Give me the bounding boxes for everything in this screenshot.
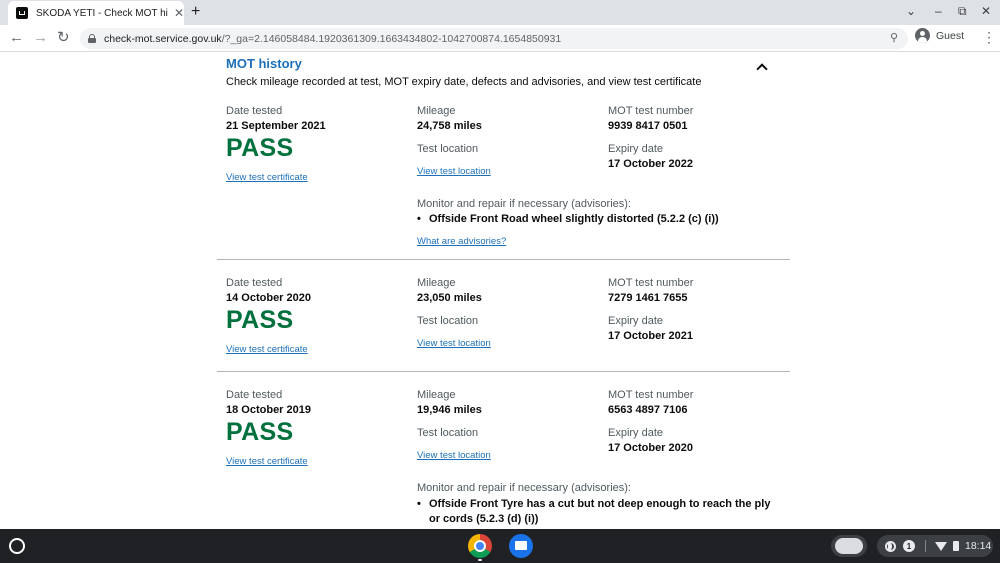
mot-test-number-value: 6563 4897 7106	[608, 404, 688, 416]
more-menu-icon[interactable]: ⋮	[982, 29, 996, 45]
running-indicator	[478, 559, 482, 561]
mot-test-number-label: MOT test number	[608, 105, 694, 117]
test-location-label: Test location	[417, 315, 479, 327]
reload-icon[interactable]: ↻	[57, 29, 70, 47]
page-content: MOT history Check mileage recorded at te…	[0, 53, 1000, 529]
mileage-value: 19,946 miles	[417, 404, 482, 416]
expiry-date-label: Expiry date	[608, 143, 664, 155]
section-divider	[217, 371, 790, 372]
advisories-list: Offside Front Road wheel slightly distor…	[417, 212, 777, 227]
tab-title: SKODA YETI - Check MOT history	[36, 7, 168, 19]
section-divider	[217, 259, 790, 260]
battery-icon	[953, 541, 959, 551]
tab-strip: SKODA YETI - Check MOT history ✕ + ⌄ – ⧉…	[0, 0, 1000, 25]
advisory-item: Offside Front Tyre has a cut but not dee…	[417, 497, 772, 527]
url-path: /?_ga=2.146058484.1920361309.1663434802-…	[221, 32, 562, 45]
minimize-icon[interactable]: –	[935, 4, 942, 18]
expiry-date-label: Expiry date	[608, 315, 664, 327]
advisory-item: Offside Front Road wheel slightly distor…	[417, 212, 777, 227]
profile-label: Guest	[936, 29, 965, 42]
expiry-date-label: Expiry date	[608, 427, 664, 439]
tab-search-icon[interactable]: ⌄	[906, 4, 916, 18]
close-window-icon[interactable]: ✕	[981, 4, 991, 18]
system-shelf: 1 18:14	[0, 529, 1000, 563]
browser-tab[interactable]: SKODA YETI - Check MOT history ✕	[8, 1, 184, 25]
date-tested-value: 18 October 2019	[226, 404, 311, 416]
mot-test-entry: Date tested 18 October 2019 PASS View te…	[0, 389, 1000, 529]
advisories-heading: Monitor and repair if necessary (advisor…	[417, 198, 631, 210]
view-test-certificate-link[interactable]: View test certificate	[226, 456, 308, 467]
mot-test-number-label: MOT test number	[608, 389, 694, 401]
view-test-location-link[interactable]: View test location	[417, 450, 491, 461]
url-domain: check-mot.service.gov.uk	[104, 32, 222, 45]
mot-history-description: Check mileage recorded at test, MOT expi…	[226, 76, 702, 88]
mileage-label: Mileage	[417, 277, 456, 289]
holding-space-tray[interactable]	[831, 535, 867, 557]
date-tested-label: Date tested	[226, 389, 283, 401]
what-are-advisories-link[interactable]: What are advisories?	[417, 236, 506, 247]
profile-button[interactable]: Guest	[915, 28, 964, 43]
lock-icon[interactable]	[88, 34, 96, 43]
test-location-label: Test location	[417, 427, 479, 439]
notification-count-badge: 1	[903, 540, 915, 552]
view-test-certificate-link[interactable]: View test certificate	[226, 344, 308, 355]
url-text[interactable]: check-mot.service.gov.uk/?_ga=2.14605848…	[104, 33, 561, 45]
gov-uk-favicon-icon	[16, 7, 28, 19]
view-test-location-link[interactable]: View test location	[417, 166, 491, 177]
new-tab-button[interactable]: +	[191, 3, 200, 21]
test-result: PASS	[226, 306, 294, 334]
browser-toolbar: ← → ↻ check-mot.service.gov.uk/?_ga=2.14…	[0, 25, 1000, 52]
guest-avatar-icon	[915, 28, 930, 43]
mileage-label: Mileage	[417, 389, 456, 401]
chrome-app-icon[interactable]	[468, 534, 492, 558]
date-tested-label: Date tested	[226, 105, 283, 117]
mot-history-title[interactable]: MOT history	[226, 56, 302, 71]
nearby-share-icon	[885, 540, 896, 552]
back-arrow-icon[interactable]: ←	[9, 29, 24, 47]
advisories-heading: Monitor and repair if necessary (advisor…	[417, 482, 631, 494]
mileage-label: Mileage	[417, 105, 456, 117]
chevron-up-icon[interactable]	[756, 63, 768, 75]
address-bar[interactable]: check-mot.service.gov.uk/?_ga=2.14605848…	[80, 28, 908, 49]
expiry-date-value: 17 October 2022	[608, 158, 693, 170]
status-tray[interactable]: 1 18:14	[877, 535, 993, 557]
search-zoom-icon[interactable]: ⚲	[890, 31, 898, 44]
tray-divider	[925, 540, 926, 552]
date-tested-value: 21 September 2021	[226, 120, 326, 132]
expiry-date-value: 17 October 2021	[608, 330, 693, 342]
test-location-label: Test location	[417, 143, 479, 155]
mot-test-number-value: 7279 1461 7655	[608, 292, 688, 304]
mot-test-entry: Date tested 14 October 2020 PASS View te…	[0, 277, 1000, 372]
test-result: PASS	[226, 134, 294, 162]
mileage-value: 24,758 miles	[417, 120, 482, 132]
view-test-certificate-link[interactable]: View test certificate	[226, 172, 308, 183]
date-tested-label: Date tested	[226, 277, 283, 289]
restore-icon[interactable]: ⧉	[958, 4, 967, 18]
expiry-date-value: 17 October 2020	[608, 442, 693, 454]
close-tab-icon[interactable]: ✕	[174, 7, 184, 19]
files-app-icon[interactable]	[509, 534, 533, 558]
date-tested-value: 14 October 2020	[226, 292, 311, 304]
mot-test-number-label: MOT test number	[608, 277, 694, 289]
wifi-icon	[935, 541, 947, 551]
mot-test-number-value: 9939 8417 0501	[608, 120, 688, 132]
advisories-list: Offside Front Tyre has a cut but not dee…	[417, 497, 772, 527]
forward-arrow-icon[interactable]: →	[33, 29, 48, 47]
view-test-location-link[interactable]: View test location	[417, 338, 491, 349]
test-result: PASS	[226, 418, 294, 446]
mileage-value: 23,050 miles	[417, 292, 482, 304]
launcher-icon[interactable]	[9, 538, 25, 554]
clock-time: 18:14	[965, 540, 992, 552]
